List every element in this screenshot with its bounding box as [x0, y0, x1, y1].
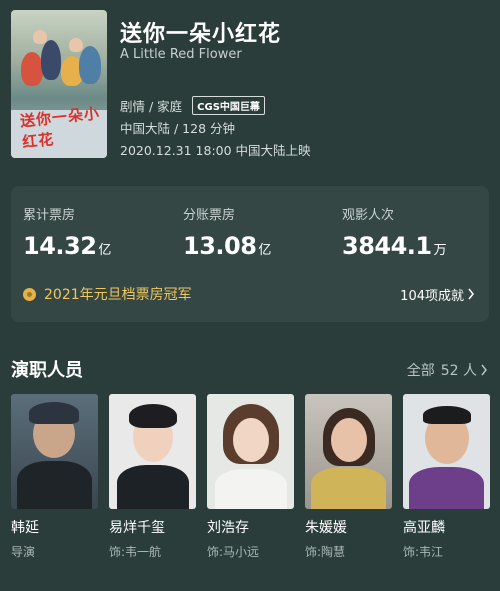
awards-count: 104项成就 [400, 288, 464, 304]
stat-label: 分账票房 [183, 208, 236, 223]
genre-line: 剧情 / 家庭 CGS中国巨幕 [120, 96, 265, 115]
movie-title: 送你一朵小红花 [120, 22, 282, 47]
cast-role: 饰:陶慧 [305, 545, 346, 559]
movie-original-title: A Little Red Flower [120, 47, 242, 62]
cast-role: 饰:马小远 [207, 545, 260, 559]
movie-genres: 剧情 / 家庭 [120, 99, 183, 114]
format-badge: CGS中国巨幕 [192, 96, 265, 115]
all-label: 全部 [406, 363, 435, 379]
cast-name: 高亚麟 [403, 520, 445, 536]
stat-admissions: 观影人次 3844.1 万 [342, 204, 447, 260]
stat-label: 累计票房 [23, 208, 76, 223]
cast-photo [109, 394, 196, 509]
cast-photo [207, 394, 294, 509]
cast-name: 刘浩存 [207, 520, 249, 536]
cast-role: 导演 [11, 545, 36, 559]
stat-value: 13.08 亿 [183, 232, 271, 260]
cast-name: 易烊千玺 [109, 520, 165, 536]
cast-role: 饰:韦一航 [109, 545, 162, 559]
stat-value: 14.32 亿 [23, 232, 111, 260]
cast-card[interactable]: 易烊千玺 饰:韦一航 [109, 394, 196, 560]
cast-photo [305, 394, 392, 509]
stat-value: 3844.1 万 [342, 232, 447, 260]
stat-split-box-office: 分账票房 13.08 亿 [183, 204, 271, 260]
cast-name: 朱媛媛 [305, 520, 347, 536]
cast-card[interactable]: 韩延 导演 [11, 394, 98, 560]
chevron-right-icon [468, 288, 474, 300]
poster-title: 送你一朵小红花 [19, 104, 101, 152]
box-office-card[interactable]: 累计票房 14.32 亿 分账票房 13.08 亿 观影人次 3844.1 万 202… [11, 186, 489, 322]
awards-link[interactable]: 104项成就 [400, 285, 475, 304]
release-info: 2020.12.31 18:00 中国大陆上映 [120, 143, 311, 158]
cast-card[interactable]: 朱媛媛 饰:陶慧 [305, 394, 392, 560]
cast-photo [11, 394, 98, 509]
cast-card[interactable]: 高亚麟 饰:韦江 [403, 394, 490, 560]
section-title-cast: 演职人员 [11, 360, 83, 381]
chevron-right-icon [481, 364, 487, 376]
cast-card[interactable]: 刘浩存 饰:马小远 [207, 394, 294, 560]
stat-label: 观影人次 [342, 208, 395, 223]
cast-list[interactable]: 韩延 导演 易烊千玺 饰:韦一航 刘浩存 饰:马小远 朱媛媛 饰:陶慧 高亚麟 … [11, 394, 490, 564]
stat-total-box-office: 累计票房 14.32 亿 [23, 204, 111, 260]
medal-icon [23, 287, 36, 301]
cast-photo [403, 394, 490, 509]
award-row[interactable]: 2021年元旦档票房冠军 104项成就 [23, 282, 475, 306]
movie-poster[interactable]: 送你一朵小红花 [11, 10, 107, 158]
view-all-cast-link[interactable]: 全部 52 人 [407, 360, 488, 380]
cast-count: 52 人 [440, 363, 477, 379]
cast-role: 饰:韦江 [403, 545, 444, 559]
award-text: 2021年元旦档票房冠军 [44, 287, 192, 303]
region-runtime: 中国大陆 / 128 分钟 [120, 121, 235, 136]
cast-name: 韩延 [11, 520, 39, 536]
